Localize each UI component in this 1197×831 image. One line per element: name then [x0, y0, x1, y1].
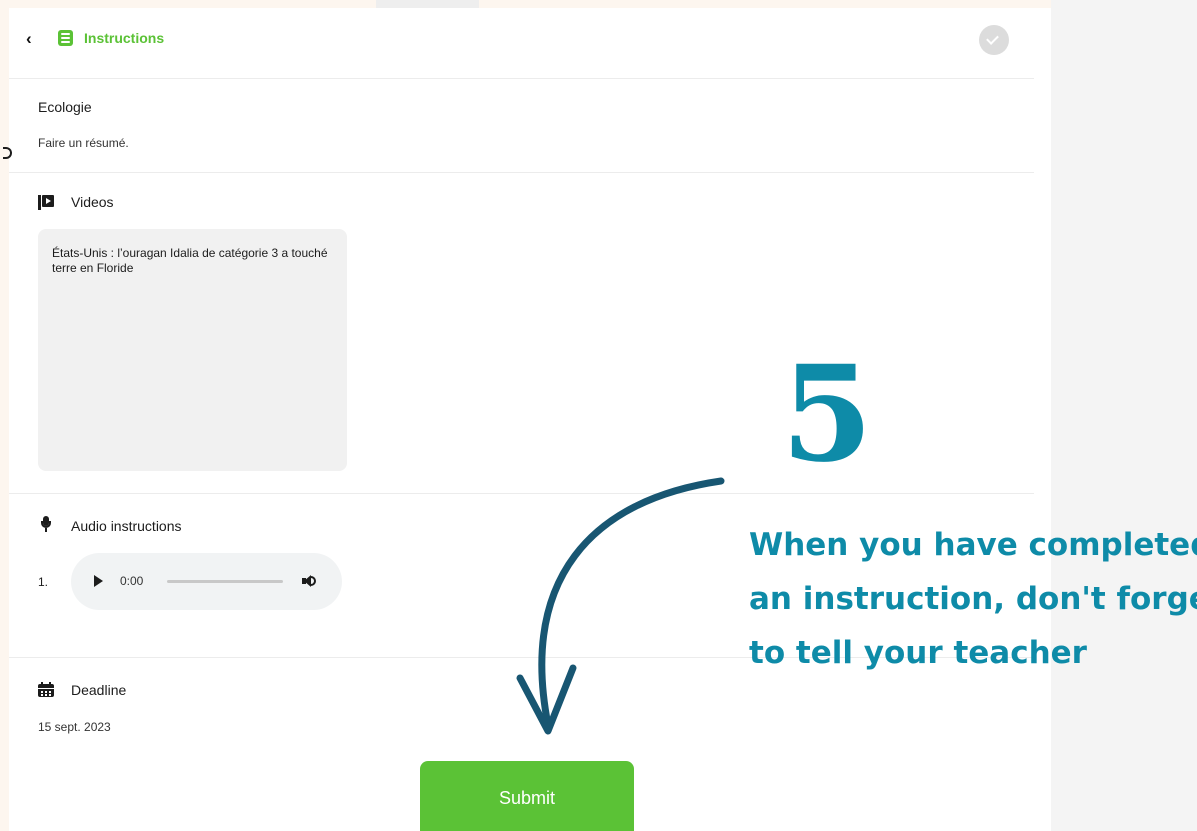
callout-line-1: When you have completed [749, 527, 1197, 563]
curved-arrow-icon [516, 477, 725, 735]
step-number: 5 [781, 337, 873, 492]
callout-line-2: an instruction, don't forget [749, 581, 1197, 617]
callout-line-3: to tell your teacher [749, 635, 1087, 671]
